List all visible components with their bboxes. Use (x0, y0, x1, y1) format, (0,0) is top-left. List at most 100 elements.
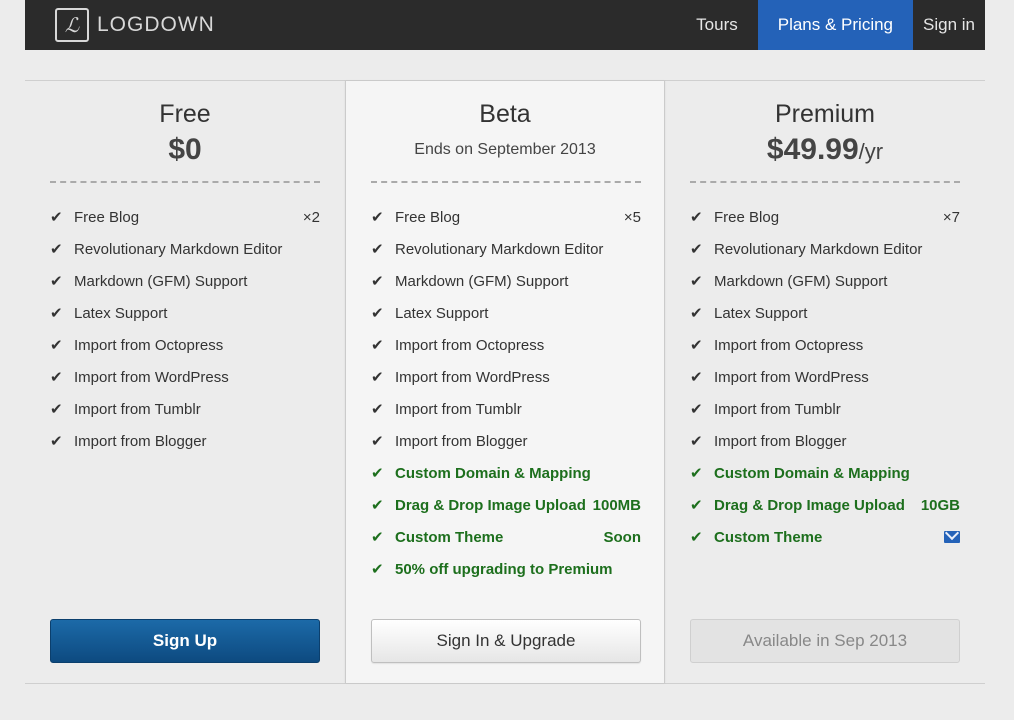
check-icon: ✔ (690, 400, 703, 418)
price-period: /yr (858, 139, 884, 164)
check-icon: ✔ (371, 240, 384, 258)
check-icon: ✔ (371, 560, 384, 578)
check-icon: ✔ (690, 240, 703, 258)
feature-item: ✔ Drag & Drop Image Upload 100MB (371, 489, 641, 521)
envelope-icon[interactable] (944, 531, 960, 543)
feature-item: ✔ Free Blog ×7 (690, 201, 960, 233)
feature-item: ✔ Latex Support (690, 297, 960, 329)
sign-in-upgrade-button[interactable]: Sign In & Upgrade (371, 619, 641, 663)
feature-label: Drag & Drop Image Upload (395, 496, 586, 514)
feature-item: ✔ Markdown (GFM) Support (690, 265, 960, 297)
feature-item: ✔ Import from WordPress (50, 361, 320, 393)
feature-label: Free Blog (714, 208, 780, 226)
nav-plans-pricing[interactable]: Plans & Pricing (757, 0, 914, 50)
feature-label: Custom Domain & Mapping (395, 464, 591, 482)
check-icon: ✔ (371, 496, 384, 514)
feature-item: ✔ Custom Theme (690, 521, 960, 553)
logo-text: LOGDOWN (97, 13, 215, 36)
check-icon: ✔ (50, 336, 63, 354)
check-icon: ✔ (690, 496, 703, 514)
check-icon: ✔ (690, 528, 703, 546)
plan-free: Free $0 ✔ Free Blog ×2 ✔ Revolutionary Markd… (25, 81, 345, 683)
check-icon: ✔ (371, 304, 384, 322)
feature-extra: ×5 (623, 208, 641, 226)
feature-list: ✔ Free Blog ×2 ✔ Revolutionary Markdown Edit… (50, 201, 320, 457)
feature-label: Revolutionary Markdown Editor (714, 240, 923, 258)
feature-list: ✔ Free Blog ×7 ✔ Revolutionary Markdown Edit… (690, 201, 960, 553)
nav-sign-in[interactable]: Sign in (913, 0, 985, 50)
check-icon: ✔ (50, 208, 63, 226)
check-icon: ✔ (50, 240, 63, 258)
plan-premium: Premium $49.99/yr ✔ Free Blog ×7 ✔ Revolutio… (665, 81, 985, 683)
feature-label: Revolutionary Markdown Editor (395, 240, 604, 258)
plan-price: $0 (25, 133, 345, 167)
check-icon: ✔ (690, 336, 703, 354)
check-icon: ✔ (371, 272, 384, 290)
feature-item: ✔ Import from Tumblr (371, 393, 641, 425)
feature-label: Custom Domain & Mapping (714, 464, 910, 482)
plan-name: Beta (479, 100, 531, 128)
feature-item: ✔ Import from Tumblr (50, 393, 320, 425)
feature-label: Custom Theme (395, 528, 504, 546)
check-icon: ✔ (50, 368, 63, 386)
feature-label: Markdown (GFM) Support (74, 272, 248, 290)
feature-label: 50% off upgrading to Premium (395, 560, 613, 578)
feature-label: Import from WordPress (395, 368, 550, 386)
feature-label: Drag & Drop Image Upload (714, 496, 905, 514)
check-icon: ✔ (371, 400, 384, 418)
check-icon: ✔ (50, 400, 63, 418)
feature-item: ✔ Free Blog ×5 (371, 201, 641, 233)
check-icon: ✔ (50, 272, 63, 290)
price-amount: $0 (168, 133, 202, 166)
check-icon: ✔ (371, 528, 384, 546)
check-icon: ✔ (371, 336, 384, 354)
feature-label: Latex Support (714, 304, 808, 322)
check-icon: ✔ (371, 368, 384, 386)
feature-item: ✔ Import from WordPress (690, 361, 960, 393)
nav-tours[interactable]: Tours (686, 0, 748, 50)
feature-label: Markdown (GFM) Support (714, 272, 888, 290)
feature-item: ✔ Latex Support (371, 297, 641, 329)
feature-extra: ×2 (302, 208, 320, 226)
check-icon: ✔ (371, 208, 384, 226)
feature-label: Import from Octopress (395, 336, 545, 354)
feature-label: Markdown (GFM) Support (395, 272, 569, 290)
plan-beta: Beta Ends on September 2013 ✔ Free Blog ×5… (345, 81, 665, 683)
check-icon: ✔ (371, 464, 384, 482)
feature-item: ✔ Latex Support (50, 297, 320, 329)
feature-label: Custom Theme (714, 528, 823, 546)
feature-item: ✔ Import from Octopress (690, 329, 960, 361)
feature-extra: 100MB (592, 496, 641, 514)
feature-item: ✔ Import from WordPress (371, 361, 641, 393)
logo-mark-icon: ℒ (55, 8, 89, 42)
feature-item: ✔ Free Blog ×2 (50, 201, 320, 233)
feature-label: Latex Support (74, 304, 168, 322)
feature-label: Import from Octopress (714, 336, 864, 354)
check-icon: ✔ (690, 368, 703, 386)
divider-bottom (25, 683, 985, 684)
feature-item: ✔ Custom Theme Soon (371, 521, 641, 553)
feature-label: Import from Tumblr (395, 400, 522, 418)
check-icon: ✔ (690, 272, 703, 290)
feature-label: Import from WordPress (714, 368, 869, 386)
feature-extra: Soon (603, 528, 642, 546)
dashed-divider (690, 181, 960, 183)
feature-label: Revolutionary Markdown Editor (74, 240, 283, 258)
feature-label: Import from Octopress (74, 336, 224, 354)
check-icon: ✔ (690, 432, 703, 450)
check-icon: ✔ (690, 464, 703, 482)
feature-item: ✔ Import from Blogger (50, 425, 320, 457)
feature-label: Import from Blogger (714, 432, 847, 450)
check-icon: ✔ (371, 432, 384, 450)
feature-list: ✔ Free Blog ×5 ✔ Revolutionary Markdown Edit… (371, 201, 641, 585)
sign-up-button[interactable]: Sign Up (50, 619, 320, 663)
feature-item: ✔ Revolutionary Markdown Editor (50, 233, 320, 265)
feature-item: ✔ Revolutionary Markdown Editor (371, 233, 641, 265)
feature-item: ✔ 50% off upgrading to Premium (371, 553, 641, 585)
logo[interactable]: ℒ LOGDOWN (55, 8, 215, 42)
feature-label: Import from Tumblr (74, 400, 201, 418)
feature-item: ✔ Import from Blogger (690, 425, 960, 457)
check-icon: ✔ (690, 208, 703, 226)
feature-extra: 10GB (920, 496, 960, 514)
feature-item: ✔ Import from Blogger (371, 425, 641, 457)
